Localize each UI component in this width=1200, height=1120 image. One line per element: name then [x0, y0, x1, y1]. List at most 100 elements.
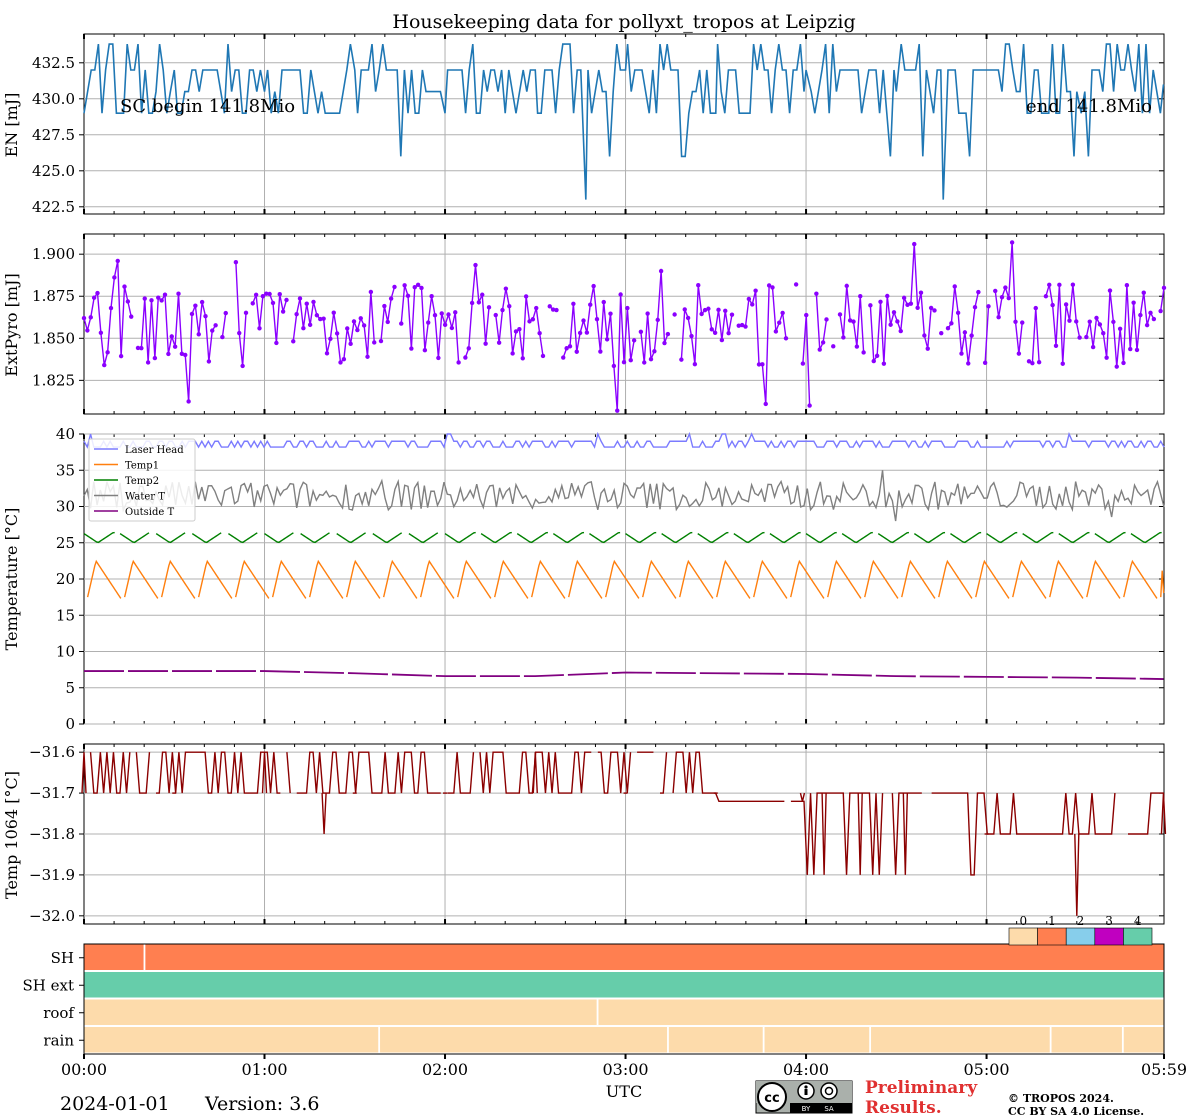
- extpyro-point: [841, 335, 846, 340]
- extpyro-point: [129, 314, 134, 319]
- extpyro-point: [307, 322, 313, 328]
- extpyro-point: [81, 315, 87, 321]
- extpyro-point: [530, 317, 536, 322]
- temperature-panel: 0 5 10 15 20 25 30 35 40 Temperature [°C] Laser He…: [2, 425, 1165, 733]
- extpyro-point: [804, 312, 809, 318]
- extpyro-point: [402, 283, 407, 288]
- svg-text:cc: cc: [764, 1091, 779, 1106]
- temp2-line: [986, 531, 1018, 544]
- temp1064-spike: [1160, 793, 1167, 835]
- extpyro-point: [658, 268, 664, 274]
- y-tick-label: −31.7: [29, 784, 75, 802]
- extpyro-point: [1067, 318, 1072, 323]
- sc-begin-annotation: SC begin 141.8Mio: [120, 96, 295, 117]
- sa-icon: [820, 1082, 838, 1100]
- extpyro-point: [162, 292, 168, 297]
- extpyro-point: [510, 351, 515, 356]
- y-axis-label: ExtPyro [mJ]: [2, 273, 21, 376]
- temp2-line: [480, 531, 512, 544]
- y-tick-label: 1.875: [32, 287, 75, 305]
- extpyro-point: [547, 304, 552, 309]
- extpyro-point: [301, 326, 306, 331]
- extpyro-point: [952, 284, 957, 289]
- extpyro-point: [854, 344, 860, 349]
- extpyro-point: [665, 331, 671, 337]
- temp1064-line: [660, 752, 668, 794]
- extpyro-point: [895, 319, 900, 324]
- extpyro-point: [1016, 351, 1022, 356]
- extpyro-point: [466, 346, 471, 351]
- temp2-line: [769, 531, 801, 544]
- laser-head-line: [83, 431, 1165, 449]
- colorbar-cell: [1037, 927, 1067, 946]
- x-tick-label: 03:00: [602, 1060, 648, 1079]
- y-tick-label: 427.5: [32, 126, 75, 144]
- extpyro-point: [385, 319, 390, 325]
- sc-end-annotation: end 141.8Mio: [1026, 96, 1152, 117]
- extpyro-point: [1104, 355, 1109, 360]
- extpyro-point: [793, 282, 799, 287]
- extpyro-point: [655, 317, 660, 323]
- temp1-line: [1086, 559, 1121, 599]
- extpyro-point: [429, 294, 434, 299]
- extpyro-point: [1141, 290, 1146, 295]
- temp1-line: [419, 559, 455, 599]
- x-tick-label: 04:00: [783, 1060, 829, 1079]
- extpyro-point: [291, 339, 296, 344]
- extpyro-point: [773, 329, 779, 334]
- temp1-line: [530, 559, 566, 599]
- extpyro-point: [85, 328, 90, 333]
- extpyro-point: [851, 319, 856, 324]
- extpyro-point: [432, 313, 438, 318]
- y-tick-label: 5: [65, 679, 75, 697]
- temp1064-line: [89, 752, 131, 794]
- figure-title: Housekeeping data for pollyxt_tropos at …: [392, 11, 855, 33]
- extpyro-point: [561, 355, 566, 360]
- extpyro-point: [723, 308, 728, 314]
- extpyro-point: [469, 300, 475, 306]
- extpyro-point: [517, 327, 522, 332]
- extpyro-point: [554, 307, 559, 313]
- colorbar-tick-label: 2: [1077, 914, 1085, 928]
- temp2-line: [155, 532, 186, 544]
- extpyro-point: [422, 348, 428, 353]
- extpyro-point: [712, 330, 718, 336]
- extpyro-point: [449, 325, 455, 331]
- outside-t-line: [84, 670, 1164, 680]
- temp2-line: [625, 531, 657, 544]
- extpyro-point: [392, 284, 397, 290]
- extpyro-point: [874, 353, 880, 358]
- copyright-line1: © TROPOS 2024.: [1008, 1092, 1114, 1105]
- extpyro-point: [962, 330, 968, 335]
- legend-label: Water T: [125, 492, 165, 503]
- extpyro-point: [574, 349, 579, 354]
- extpyro-point: [571, 301, 576, 306]
- temp1-line: [567, 559, 603, 599]
- svg-text:BY: BY: [802, 1105, 811, 1113]
- extpyro-point: [196, 332, 201, 337]
- extpyro-point: [338, 360, 343, 365]
- extpyro-point: [348, 341, 353, 347]
- extpyro-point: [753, 288, 758, 293]
- extpyro-point: [915, 305, 920, 311]
- extpyro-series-line: [83, 260, 132, 366]
- extpyro-point: [1057, 282, 1062, 288]
- extpyro-series-line: [380, 286, 396, 342]
- extpyro-point: [304, 301, 309, 306]
- extpyro-point: [257, 326, 262, 331]
- extpyro-point: [743, 324, 748, 329]
- extpyro-point: [1111, 319, 1116, 325]
- temp1064-line: [1128, 792, 1164, 835]
- extpyro-point: [1148, 310, 1153, 316]
- temp2-line: [1130, 531, 1162, 544]
- extpyro-point: [270, 300, 276, 306]
- preliminary-line2: Results.: [865, 1098, 942, 1118]
- extpyro-point: [871, 358, 876, 364]
- extpyro-point: [250, 301, 255, 306]
- colorbar-tick-label: 1: [1048, 914, 1056, 928]
- extpyro-point: [142, 296, 147, 301]
- temp2-line: [950, 531, 982, 544]
- extpyro-point: [166, 351, 171, 357]
- status-segment: [84, 1027, 379, 1053]
- extpyro-point: [1070, 282, 1076, 287]
